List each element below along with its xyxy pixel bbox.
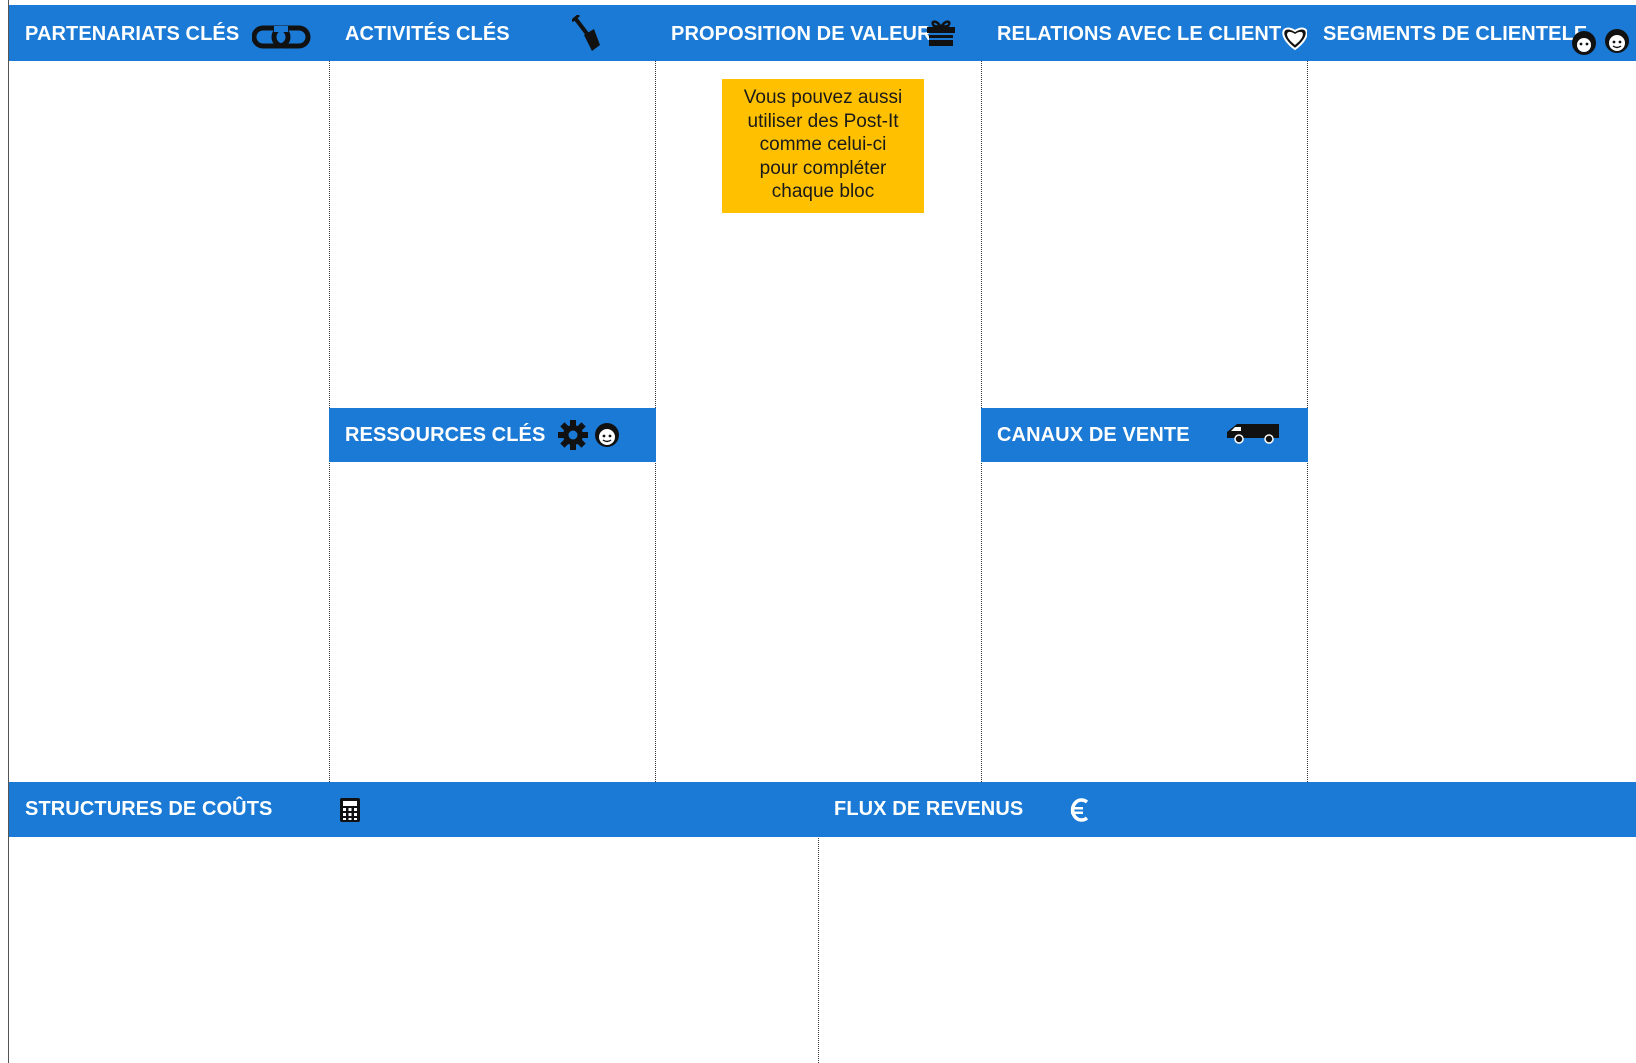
value-proposition-title: PROPOSITION DE VALEUR	[671, 23, 932, 45]
customer-relationships-header: RELATIONS AVEC LE CLIENT	[981, 5, 1308, 61]
gift-icon	[926, 19, 956, 47]
key-partners-title: PARTENARIATS CLÉS	[25, 23, 240, 45]
gear-person-icon	[557, 419, 621, 451]
euro-icon	[1070, 796, 1090, 824]
key-activities-title: ACTIVITÉS CLÉS	[345, 23, 510, 45]
customer-segments-title: SEGMENTS DE CLIENTELE	[1323, 23, 1588, 45]
channels-title: CANAUX DE VENTE	[997, 424, 1190, 446]
heart-icon	[1280, 23, 1308, 51]
key-partners-header: PARTENARIATS CLÉS	[9, 5, 330, 61]
canvas-left-border	[8, 0, 9, 1063]
key-resources-header: RESSOURCES CLÉS	[329, 408, 656, 462]
postit-note[interactable]: Vous pouvez aussi utiliser des Post-It c…	[722, 79, 924, 213]
revenue-streams-header: FLUX DE REVENUS	[818, 782, 1636, 837]
people-icon	[1571, 27, 1633, 57]
cost-structure-title: STRUCTURES DE COÛTS	[25, 798, 273, 820]
shovel-icon	[572, 15, 602, 55]
cost-structure-header: STRUCTURES DE COÛTS	[9, 782, 819, 837]
link-icon	[252, 25, 312, 49]
customer-segments-header: SEGMENTS DE CLIENTELE	[1307, 5, 1636, 61]
van-icon	[1225, 420, 1281, 446]
calculator-icon	[340, 798, 360, 822]
business-model-canvas: PARTENARIATS CLÉS ACTIVITÉS CLÉS PROPOSI…	[0, 0, 1636, 1063]
divider-costs-revenues	[818, 836, 819, 1063]
key-resources-title: RESSOURCES CLÉS	[345, 424, 546, 446]
revenue-streams-title: FLUX DE REVENUS	[834, 798, 1024, 820]
channels-header: CANAUX DE VENTE	[981, 408, 1308, 462]
value-proposition-header: PROPOSITION DE VALEUR	[655, 5, 982, 61]
key-activities-header: ACTIVITÉS CLÉS	[329, 5, 656, 61]
customer-relationships-title: RELATIONS AVEC LE CLIENT	[997, 23, 1282, 45]
